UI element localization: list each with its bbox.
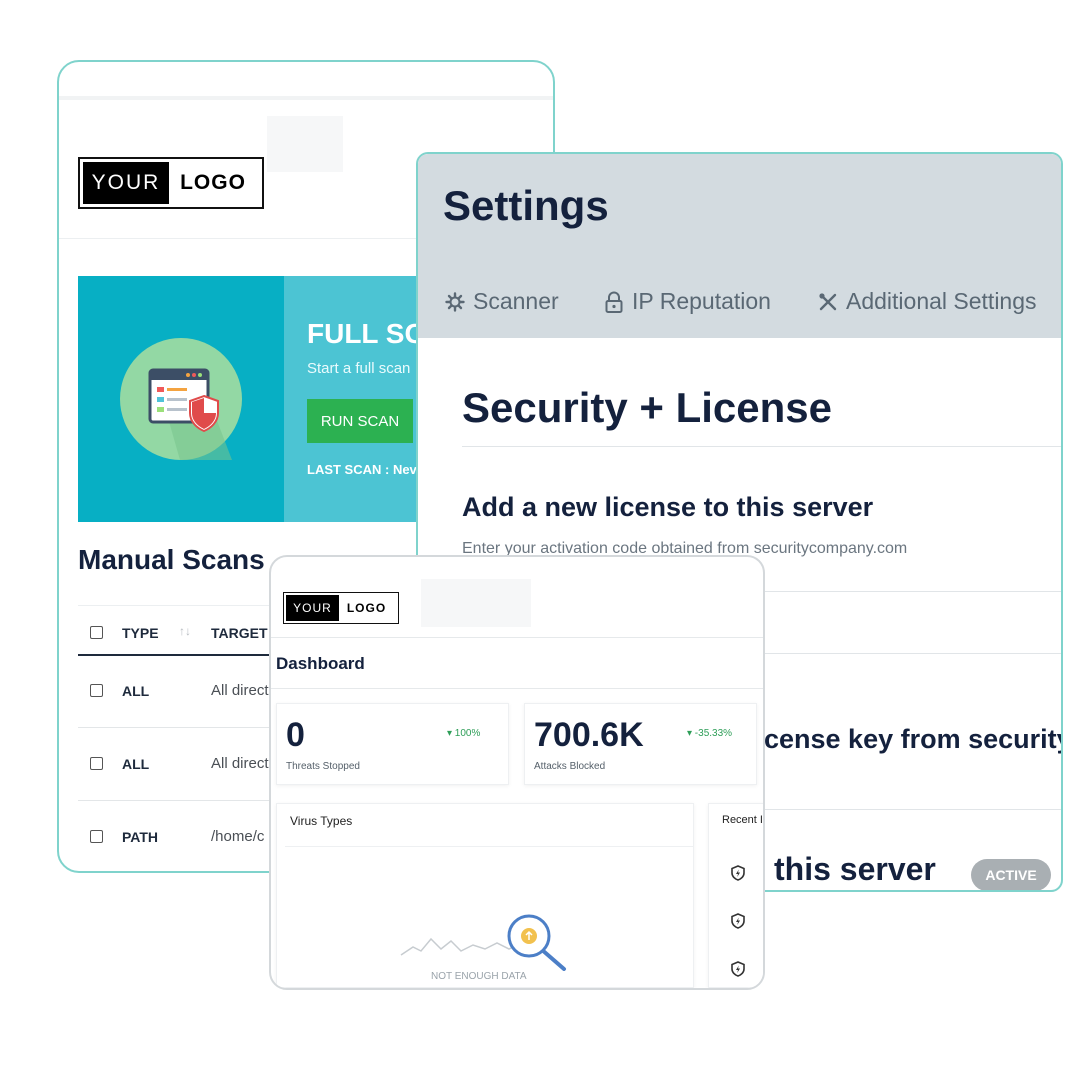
row-type: ALL [122, 756, 150, 772]
row-checkbox[interactable] [90, 684, 103, 697]
tools-icon [819, 292, 837, 310]
tab-scanner-label: Scanner [473, 288, 559, 314]
status-badge: ACTIVE [971, 859, 1051, 890]
stat-value: 700.6K [534, 716, 644, 754]
row-target: All direct [211, 682, 269, 699]
stat-delta: ▾ -35.33% [687, 728, 733, 739]
row-type: ALL [122, 683, 150, 699]
divider [462, 446, 1061, 447]
logo[interactable]: YOUR LOGO [283, 592, 399, 624]
row-target: All direct [211, 755, 269, 772]
banner-subtitle: Start a full scan [307, 360, 411, 377]
sort-icon[interactable]: ↑↓ [179, 624, 191, 638]
tab-additional-settings-label: Additional Settings [846, 288, 1037, 314]
empty-state-text: NOT ENOUGH DATA [431, 971, 527, 982]
virus-types-title: Virus Types [290, 814, 353, 828]
stat-value: 0 [286, 716, 305, 754]
recent-title: Recent I [722, 814, 763, 826]
stat-label: Threats Stopped [286, 761, 360, 772]
logo-left-text: YOUR [83, 162, 169, 204]
stat-card-threats: 0 Threats Stopped ▾ 100% [276, 703, 509, 785]
manual-scans-title: Manual Scans [78, 544, 265, 575]
tab-ip-reputation[interactable]: IP Reputation [604, 288, 771, 315]
row-target: /home/c [211, 828, 265, 845]
header-placeholder [267, 116, 343, 172]
tab-ip-reputation-label: IP Reputation [632, 288, 771, 314]
shield-icon [731, 865, 745, 881]
stat-label: Attacks Blocked [534, 761, 606, 772]
run-scan-button[interactable]: RUN SCAN [307, 399, 413, 443]
add-license-title: Add a new license to this server [462, 492, 874, 522]
shield-icon [731, 913, 745, 929]
gear-icon [445, 291, 465, 312]
stat-card-attacks: 700.6K Attacks Blocked ▾ -35.33% [524, 703, 757, 785]
row-checkbox[interactable] [90, 757, 103, 770]
license-key-text: cense key from securityc [764, 724, 1063, 754]
row-checkbox[interactable] [90, 830, 103, 843]
divider [271, 688, 763, 689]
empty-chart-icon [400, 914, 566, 971]
select-all-checkbox[interactable] [90, 626, 103, 639]
shield-icon [731, 961, 745, 977]
column-target[interactable]: TARGET [211, 625, 268, 641]
dashboard-card: YOUR LOGO Dashboard 0 Threats Stopped ▾ … [269, 555, 765, 990]
stat-delta: ▾ 100% [447, 728, 481, 739]
row-type: PATH [122, 829, 159, 845]
logo-right-text: LOGO [346, 601, 387, 615]
tab-scanner[interactable]: Scanner [445, 288, 559, 315]
section-title: Security + License [462, 384, 833, 431]
banner-art [78, 276, 284, 522]
scan-illustration-icon [120, 338, 242, 460]
settings-title: Settings [443, 182, 609, 229]
lock-icon [605, 291, 623, 313]
server-license-text: this server [774, 851, 936, 887]
divider [285, 846, 693, 847]
logo[interactable]: YOUR LOGO [78, 157, 264, 209]
tab-additional-settings[interactable]: Additional Settings [818, 288, 1037, 315]
column-type[interactable]: TYPE [122, 625, 159, 641]
banner-title: FULL SC [307, 318, 425, 349]
header-placeholder [421, 579, 531, 627]
last-scan-text: LAST SCAN : Nev [307, 462, 417, 477]
logo-right-text: LOGO [180, 171, 246, 194]
logo-left-text: YOUR [286, 595, 339, 621]
settings-header: Settings Scanner IP Reputation Additiona… [418, 154, 1061, 338]
dashboard-title: Dashboard [276, 654, 365, 673]
